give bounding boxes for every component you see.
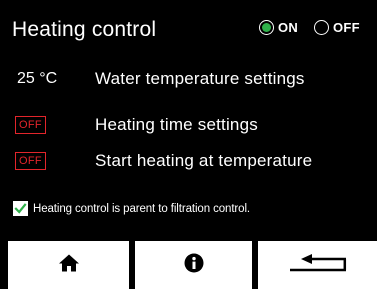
return-arrow-icon (288, 253, 348, 278)
back-button[interactable] (258, 241, 377, 289)
water-temperature-value: 25 °C (17, 70, 58, 87)
checkbox-checked-icon[interactable] (13, 201, 28, 216)
start-heating-status-badge: OFF (15, 152, 46, 170)
water-temperature-settings-label: Water temperature settings (95, 69, 305, 88)
start-heating-at-temperature-row[interactable]: OFF Start heating at temperature (0, 147, 377, 175)
power-on-radio[interactable]: ON (259, 20, 298, 35)
power-off-radio[interactable]: OFF (314, 20, 360, 35)
parent-filtration-checkbox-label: Heating control is parent to filtration … (33, 202, 251, 215)
parent-filtration-checkbox-row[interactable]: Heating control is parent to filtration … (13, 201, 250, 216)
power-on-label: ON (278, 20, 299, 35)
power-off-label: OFF (333, 20, 360, 35)
heating-time-status-badge: OFF (15, 116, 46, 134)
heating-time-settings-row[interactable]: OFF Heating time settings (0, 111, 377, 139)
heating-time-settings-label: Heating time settings (95, 115, 258, 134)
start-heating-at-temperature-label: Start heating at temperature (95, 151, 313, 170)
info-button[interactable] (135, 241, 252, 289)
radio-selected-icon (259, 20, 274, 35)
radio-unselected-icon (314, 20, 329, 35)
water-temperature-settings-row[interactable]: 25 °C Water temperature settings (0, 65, 377, 93)
info-icon (184, 253, 204, 278)
page-title: Heating control (12, 18, 157, 41)
home-icon (58, 253, 80, 278)
home-button[interactable] (8, 241, 129, 289)
